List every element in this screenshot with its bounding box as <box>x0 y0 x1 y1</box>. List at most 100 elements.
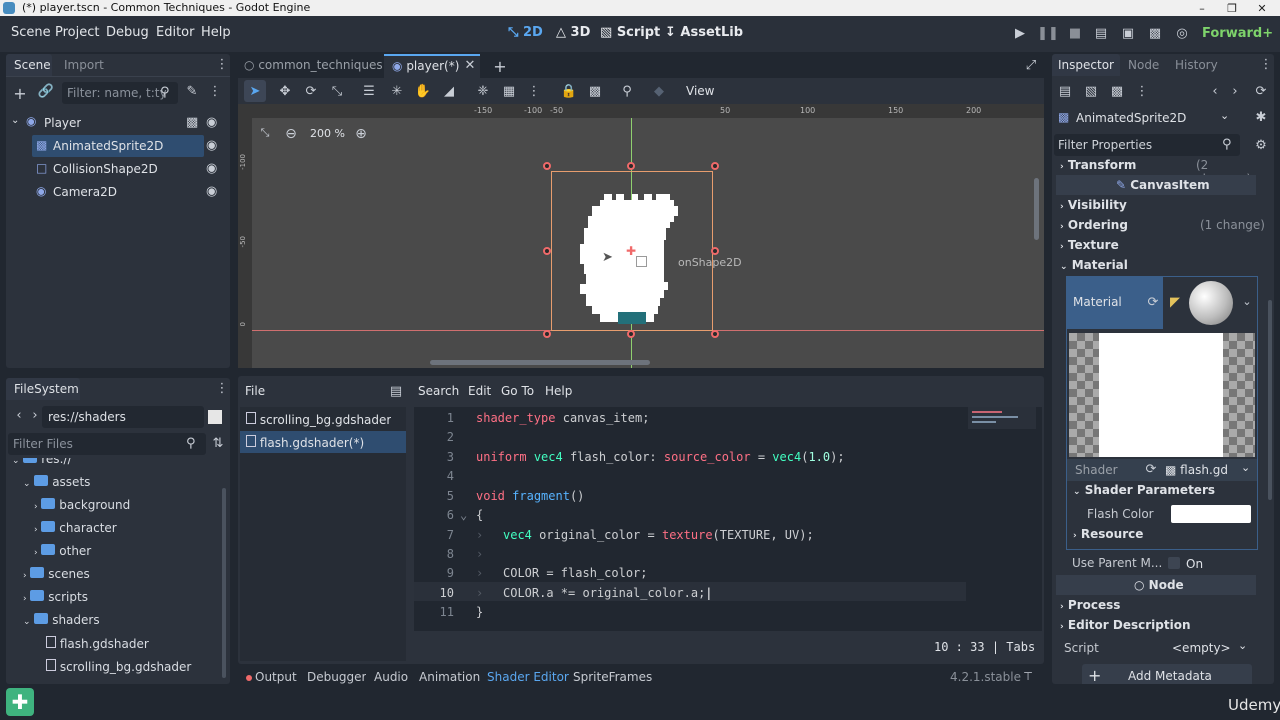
movie-maker-icon[interactable]: ◎ <box>1174 26 1190 41</box>
history-back-icon[interactable]: ‹ <box>1210 84 1220 99</box>
center-view-icon[interactable]: ⤡ <box>258 126 272 140</box>
remote-debug-icon[interactable]: ▤ <box>1093 26 1109 41</box>
new-tab-icon[interactable]: + <box>493 57 506 76</box>
instantiate-icon[interactable]: ✎ <box>184 84 200 99</box>
material-preview-sphere[interactable] <box>1189 281 1233 325</box>
renderer-select[interactable]: Forward+ ⌄ <box>1202 26 1280 41</box>
resize-handle[interactable] <box>543 247 551 255</box>
add-node-icon[interactable]: + <box>12 84 28 103</box>
pivot-icon[interactable]: ✳ <box>390 84 404 99</box>
tab-audio[interactable]: Audio <box>374 670 408 684</box>
code-minimap[interactable] <box>968 407 1036 429</box>
history-forward-icon[interactable]: › <box>1230 84 1240 99</box>
workspace-script[interactable]: ▧ Script <box>600 25 660 40</box>
shader-file-value[interactable]: ▩ flash.gd <box>1165 463 1228 477</box>
file-item-other[interactable]: › other <box>34 544 91 566</box>
scrollbar[interactable] <box>222 488 226 678</box>
dock-menu-icon[interactable]: ⋮ <box>216 381 229 396</box>
workspace-2d[interactable]: ⤡ 2D <box>508 25 543 40</box>
expand-panel-icon[interactable]: ⊤ <box>1022 670 1034 683</box>
tab-debugger[interactable]: Debugger <box>307 670 366 684</box>
move-mode-icon[interactable]: ✥ <box>278 84 292 99</box>
workspace-assetlib[interactable]: ↧ AssetLib <box>665 25 743 40</box>
resize-handle[interactable] <box>627 330 635 338</box>
code-editor[interactable]: 1 shader_type canvas_item; 2 3 uniform vec… <box>414 407 1042 631</box>
maximize-icon[interactable]: ❐ <box>1218 0 1246 16</box>
fold-arrow-icon[interactable]: ⌄ <box>460 508 467 522</box>
shader-menu-file[interactable]: File <box>245 384 265 398</box>
grid-snap-icon[interactable]: ▦ <box>502 84 516 99</box>
scale-mode-icon[interactable]: ⤡ <box>330 84 344 99</box>
scene-menu-icon[interactable]: ⋮ <box>209 84 222 99</box>
filter-properties-input[interactable]: Filter Properties ⚲ <box>1054 134 1240 156</box>
rotate-mode-icon[interactable]: ⟳ <box>304 84 318 99</box>
file-item-flash[interactable]: flash.gdshader <box>46 636 149 658</box>
view-menu[interactable]: View <box>686 84 714 98</box>
smart-snap-icon[interactable]: ❈ <box>476 84 490 99</box>
path-field[interactable]: res://shaders <box>42 406 204 428</box>
chevron-down-icon[interactable]: ⌄ <box>1241 295 1253 308</box>
shader-file-item[interactable]: scrolling_bg.gdshader <box>246 412 391 427</box>
property-options-icon[interactable]: ⚙ <box>1254 138 1268 153</box>
workspace-3d[interactable]: △ 3D <box>556 25 590 40</box>
save-resource-icon[interactable]: ▩ <box>1110 84 1124 99</box>
minimize-icon[interactable]: – <box>1188 0 1216 16</box>
file-item-scenes[interactable]: › scenes <box>23 567 90 589</box>
resize-handle[interactable] <box>543 162 551 170</box>
section-process[interactable]: › Process <box>1060 598 1260 618</box>
flash-color-picker[interactable] <box>1171 505 1251 523</box>
filter-files-input[interactable]: Filter Files ⚲ <box>8 433 206 455</box>
tab-shader-editor[interactable]: Shader Editor <box>487 670 569 684</box>
play-scene-icon[interactable]: ▣ <box>1120 26 1136 41</box>
zoom-in-icon[interactable]: ⊕ <box>354 126 368 142</box>
sort-icon[interactable]: ⇅ <box>212 436 224 451</box>
canvas-viewport[interactable]: -150 -100 -50 50 100 150 200 -100 -50 0 … <box>238 104 1044 368</box>
split-mode-icon[interactable] <box>208 410 222 424</box>
play-icon[interactable]: ▶ <box>1012 26 1028 41</box>
bone-icon[interactable]: ⚲ <box>620 84 634 99</box>
visibility-eye-icon[interactable]: ◉ <box>206 161 217 176</box>
menu-debug[interactable]: Debug <box>106 25 149 40</box>
revert-icon[interactable]: ⟳ <box>1147 295 1159 310</box>
section-editor-description[interactable]: › Editor Description <box>1060 618 1260 638</box>
back-icon[interactable]: ‹ <box>14 408 24 423</box>
ruler-icon[interactable]: ◢ <box>442 84 456 99</box>
menu-scene[interactable]: Scene <box>11 25 51 40</box>
toggle-files-icon[interactable]: ▤ <box>390 384 402 399</box>
menu-project[interactable]: Project <box>55 25 99 40</box>
distraction-free-icon[interactable]: ⤢ <box>1024 58 1038 73</box>
horizontal-scrollbar[interactable] <box>430 360 650 365</box>
section-texture[interactable]: › Texture <box>1060 238 1260 258</box>
use-parent-checkbox[interactable] <box>1168 557 1180 569</box>
section-material[interactable]: ⌄ Material <box>1060 258 1260 278</box>
resize-handle[interactable] <box>627 162 635 170</box>
open-resource-icon[interactable]: ▧ <box>1084 84 1098 99</box>
file-item-shaders[interactable]: ⌄ shaders <box>23 613 100 635</box>
play-custom-icon[interactable]: ▩ <box>1147 26 1163 41</box>
tab-output[interactable]: Output <box>255 670 297 684</box>
file-item-character[interactable]: › character <box>34 521 117 543</box>
tab-history[interactable]: History <box>1175 58 1218 72</box>
chevron-down-icon[interactable]: ⌄ <box>1241 461 1250 474</box>
menu-editor[interactable]: Editor <box>156 25 194 40</box>
add-metadata-button[interactable]: + Add Metadata <box>1082 664 1252 684</box>
file-item-res[interactable]: ⌄ res:// <box>12 458 72 474</box>
tab-spriteframes[interactable]: SpriteFrames <box>573 670 652 684</box>
section-shader-parameters[interactable]: ⌄ Shader Parameters <box>1073 483 1273 503</box>
section-visibility[interactable]: › Visibility <box>1060 198 1260 218</box>
inspector-scrollbar[interactable] <box>1268 300 1272 500</box>
dock-menu-icon[interactable]: ⋮ <box>1260 57 1273 72</box>
camera-override-icon[interactable]: ◆ <box>652 84 666 99</box>
visibility-eye-icon[interactable]: ◉ <box>206 138 217 153</box>
snap-options-icon[interactable]: ⋮ <box>528 84 541 99</box>
tree-node-collisionshape2d[interactable]: □ CollisionShape2D ◉ <box>6 158 222 180</box>
resize-handle[interactable] <box>711 162 719 170</box>
resize-handle[interactable] <box>711 330 719 338</box>
tab-animation[interactable]: Animation <box>419 670 480 684</box>
vertical-scrollbar[interactable] <box>1034 178 1039 240</box>
section-ordering[interactable]: › Ordering (1 change) <box>1060 218 1270 238</box>
pause-icon[interactable]: ❚❚ <box>1037 26 1059 41</box>
group-icon[interactable]: ▩ <box>588 84 602 99</box>
revert-icon[interactable]: ⟳ <box>1145 462 1157 477</box>
script-value-field[interactable]: <empty> ⌄ <box>1160 638 1254 658</box>
